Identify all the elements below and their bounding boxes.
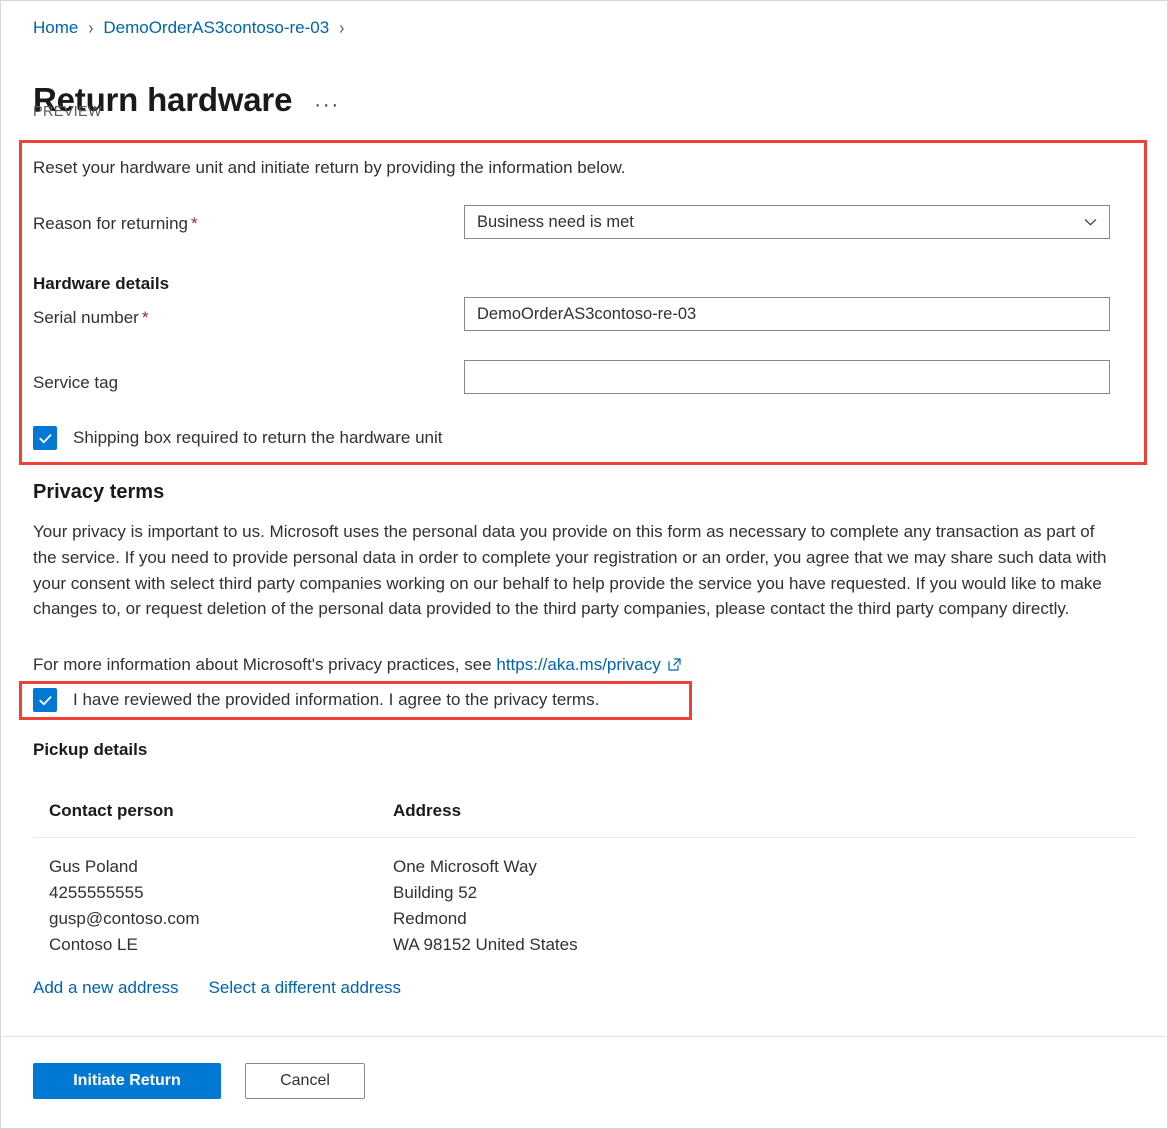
select-a-different-address-link[interactable]: Select a different address bbox=[209, 978, 401, 998]
address-building: Building 52 bbox=[393, 883, 478, 902]
column-header-address: Address bbox=[393, 801, 462, 820]
shipping-box-checkbox-label: Shipping box required to return the hard… bbox=[73, 428, 443, 447]
shipping-box-checkbox[interactable] bbox=[33, 426, 57, 450]
initiate-return-button[interactable]: Initiate Return bbox=[33, 1063, 221, 1099]
required-marker: * bbox=[190, 214, 198, 233]
service-tag-label: Service tag bbox=[33, 373, 119, 392]
serial-number-input[interactable] bbox=[464, 297, 1110, 331]
chevron-right-icon: › bbox=[88, 17, 94, 39]
form-intro-text: Reset your hardware unit and initiate re… bbox=[33, 158, 626, 177]
privacy-policy-link[interactable]: https://aka.ms/privacy bbox=[496, 655, 660, 674]
contact-email: gusp@contoso.com bbox=[49, 909, 200, 928]
address-action-links: Add a new address Select a different add… bbox=[33, 978, 401, 998]
privacy-more-info-text: For more information about Microsoft's p… bbox=[33, 655, 492, 674]
cell-contact-person: Gus Poland 4255555555 gusp@contoso.com C… bbox=[33, 854, 393, 958]
footer-divider bbox=[2, 1036, 1166, 1037]
privacy-more-info-line: For more information about Microsoft's p… bbox=[33, 655, 681, 675]
cell-address: One Microsoft Way Building 52 Redmond WA… bbox=[393, 854, 793, 958]
required-marker: * bbox=[141, 308, 149, 327]
serial-label-text: Serial number bbox=[33, 308, 139, 327]
cancel-button[interactable]: Cancel bbox=[245, 1063, 365, 1099]
reason-for-returning-select[interactable]: Business need is met bbox=[464, 205, 1110, 239]
chevron-right-icon: › bbox=[339, 17, 345, 39]
contact-company: Contoso LE bbox=[49, 935, 138, 954]
footer-actions: Initiate Return Cancel bbox=[33, 1063, 365, 1099]
return-hardware-page: Home › DemoOrderAS3contoso-re-03 › Retur… bbox=[0, 0, 1168, 1129]
external-link-icon bbox=[668, 658, 681, 671]
pickup-details-heading: Pickup details bbox=[33, 740, 148, 759]
privacy-agree-checkbox[interactable] bbox=[33, 688, 57, 712]
hardware-details-heading: Hardware details bbox=[33, 274, 170, 293]
table-header-row: Contact person Address bbox=[33, 801, 1136, 838]
table-row: Gus Poland 4255555555 gusp@contoso.com C… bbox=[33, 838, 1136, 958]
overflow-menu-icon[interactable]: ··· bbox=[314, 95, 340, 115]
chevron-down-icon bbox=[1084, 216, 1097, 229]
shipping-box-checkbox-row[interactable]: Shipping box required to return the hard… bbox=[33, 426, 443, 450]
address-region: WA 98152 United States bbox=[393, 935, 578, 954]
pickup-details-table: Contact person Address Gus Poland 425555… bbox=[33, 801, 1136, 958]
privacy-terms-heading: Privacy terms bbox=[33, 481, 165, 503]
address-street: One Microsoft Way bbox=[393, 857, 537, 876]
preview-badge: PREVIEW bbox=[33, 104, 102, 120]
reason-selected-value: Business need is met bbox=[477, 213, 634, 231]
serial-number-label: Serial number * bbox=[33, 308, 148, 328]
contact-phone: 4255555555 bbox=[49, 883, 144, 902]
breadcrumb: Home › DemoOrderAS3contoso-re-03 › bbox=[33, 17, 354, 39]
contact-name: Gus Poland bbox=[49, 857, 138, 876]
breadcrumb-item-home[interactable]: Home bbox=[33, 18, 78, 38]
privacy-terms-body: Your privacy is important to us. Microso… bbox=[33, 522, 1107, 619]
service-tag-input[interactable] bbox=[464, 360, 1110, 394]
reason-for-returning-label: Reason for returning * bbox=[33, 214, 198, 234]
reason-label-text: Reason for returning bbox=[33, 214, 188, 233]
privacy-agree-checkbox-label: I have reviewed the provided information… bbox=[73, 690, 600, 709]
address-city: Redmond bbox=[393, 909, 467, 928]
privacy-agree-checkbox-row[interactable]: I have reviewed the provided information… bbox=[33, 688, 599, 712]
add-a-new-address-link[interactable]: Add a new address bbox=[33, 978, 179, 998]
column-header-contact-person: Contact person bbox=[49, 801, 174, 820]
breadcrumb-item-order[interactable]: DemoOrderAS3contoso-re-03 bbox=[103, 18, 329, 38]
title-row: Return hardware ··· bbox=[33, 57, 340, 143]
